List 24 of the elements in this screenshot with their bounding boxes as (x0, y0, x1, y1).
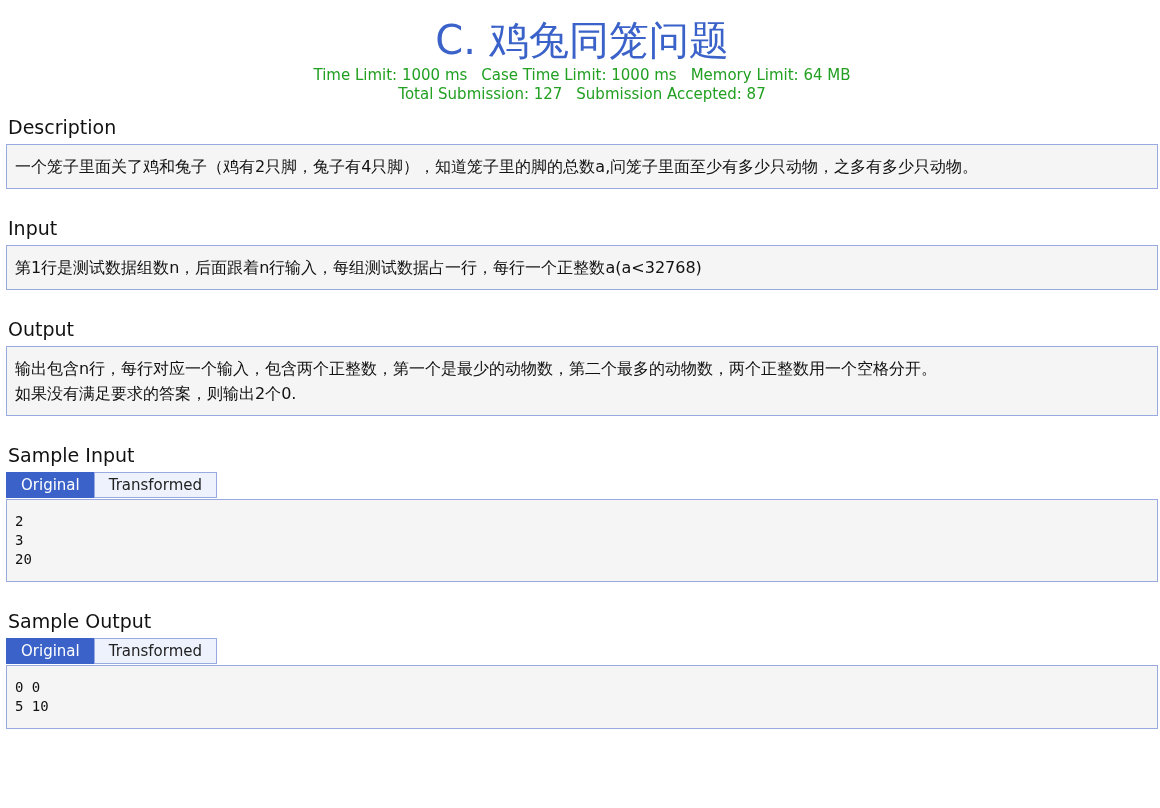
tab[interactable]: Original (6, 638, 95, 664)
code-line: 5 10 (15, 697, 50, 716)
section-heading: Description (8, 116, 118, 138)
paragraph: 输出包含n行，每行对应一个输入，包含两个正整数，第一个是最少的动物数，第二个最多的动物数，两个正整数用一个空格分开。 (15, 358, 939, 380)
tab[interactable]: Transformed (93, 638, 218, 664)
code-line: 3 (15, 531, 25, 550)
submission-info: Submission Accepted: 87 (576, 85, 766, 104)
section-heading: Input (8, 217, 59, 239)
code-line: 20 (15, 550, 33, 569)
problem-title: C. 鸡兔同笼问题 (434, 16, 730, 65)
limit-info: Memory Limit: 64 MB (690, 66, 851, 85)
tab[interactable]: Transformed (93, 472, 218, 498)
section-heading: Output (8, 318, 75, 340)
section-heading: Sample Input (8, 444, 136, 466)
code-line: 0 0 (15, 678, 42, 697)
submission-info: Total Submission: 127 (398, 85, 563, 104)
limit-info: Case Time Limit: 1000 ms (481, 66, 677, 85)
tab[interactable]: Original (6, 472, 95, 498)
paragraph: 如果没有满足要求的答案，则输出2个0. (15, 383, 298, 405)
section-heading: Sample Output (8, 610, 153, 632)
limit-info: Time Limit: 1000 ms (313, 66, 468, 85)
paragraph: 一个笼子里面关了鸡和兔子（鸡有2只脚，兔子有4只脚），知道笼子里的脚的总数a,问笼子里面至少有多少只动物，之多有多少只动物。 (15, 156, 980, 178)
paragraph: 第1行是测试数据组数n，后面跟着n行输入，每组测试数据占一行，每行一个正整数a(a<32768) (15, 257, 703, 279)
code-line: 2 (15, 512, 25, 531)
